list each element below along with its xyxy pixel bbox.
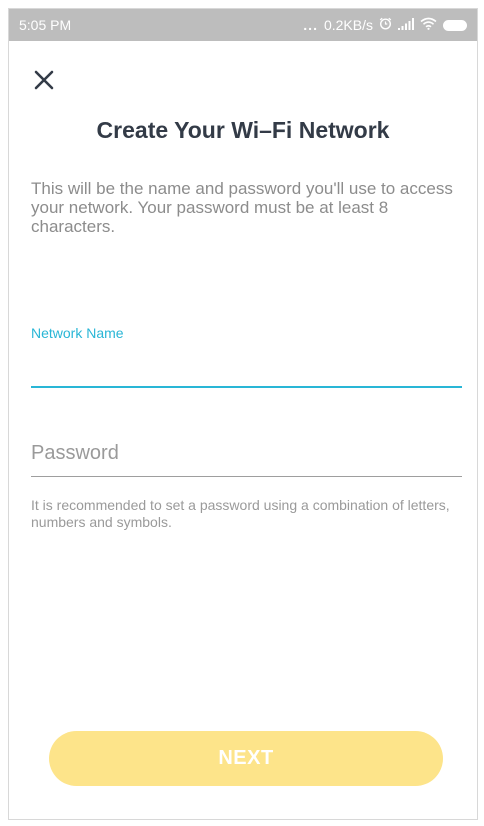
close-icon	[34, 70, 54, 90]
status-time: 5:05 PM	[19, 17, 72, 33]
status-dots: ...	[303, 17, 318, 33]
page-title: Create Your Wi–Fi Network	[96, 117, 390, 143]
network-name-label: Network Name	[31, 325, 124, 341]
next-button[interactable]: NEXT	[49, 731, 443, 786]
password-hint: It is recommended to set a password usin…	[31, 497, 450, 530]
alarm-icon	[379, 17, 392, 33]
status-bar: 5:05 PM ... 0.2KB/s	[9, 9, 477, 41]
signal-icon	[398, 17, 414, 33]
page-description: This will be the name and password you'l…	[31, 179, 453, 236]
app-screen: 5:05 PM ... 0.2KB/s Create Your Wi–Fi Ne…	[8, 8, 478, 820]
battery-icon	[443, 19, 467, 31]
password-underline	[31, 476, 462, 477]
network-speed: 0.2KB/s	[323, 17, 373, 33]
status-indicators: ... 0.2KB/s	[303, 17, 467, 33]
wifi-icon	[420, 17, 437, 33]
network-name-input[interactable]	[31, 349, 461, 385]
close-button[interactable]	[31, 67, 57, 93]
password-input[interactable]	[31, 437, 461, 469]
network-name-underline	[31, 386, 462, 388]
